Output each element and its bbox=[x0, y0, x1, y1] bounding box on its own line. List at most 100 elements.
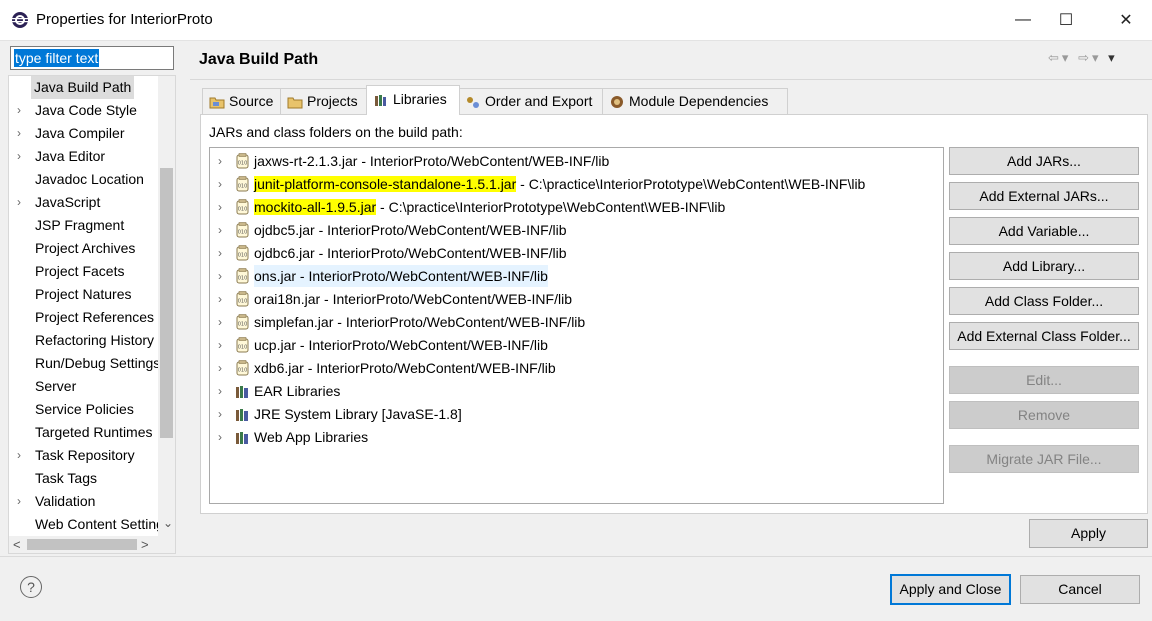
add-variable-button[interactable]: Add Variable... bbox=[949, 217, 1139, 245]
forward-menu-icon[interactable]: ▾ bbox=[1092, 50, 1102, 65]
maximize-button[interactable]: ☐ bbox=[1043, 0, 1089, 40]
library-path: - InteriorProto/WebContent/WEB-INF/lib bbox=[296, 337, 548, 353]
tree-horizontal-scrollbar[interactable]: < > bbox=[9, 536, 175, 553]
chevron-right-icon[interactable]: › bbox=[17, 99, 29, 122]
chevron-right-icon[interactable]: › bbox=[17, 490, 29, 513]
library-name: ojdbc6.jar bbox=[254, 245, 315, 261]
library-row[interactable]: › 010 jaxws-rt-2.1.3.jar - InteriorProto/W… bbox=[210, 150, 943, 172]
tree-vertical-scrollbar[interactable]: ⌄ bbox=[158, 76, 175, 536]
chevron-right-icon[interactable]: › bbox=[17, 145, 29, 168]
tree-item-label: Project Natures bbox=[35, 286, 132, 302]
tab-module-dependencies[interactable]: Module Dependencies bbox=[602, 88, 788, 114]
library-row[interactable]: › 010 junit-platform-console-standalone-1.… bbox=[210, 173, 943, 195]
add-library-button[interactable]: Add Library... bbox=[949, 252, 1139, 280]
help-icon[interactable]: ? bbox=[20, 576, 42, 598]
tree-item-label: Java Build Path bbox=[31, 76, 135, 99]
history-navigation[interactable]: ⇦▾ ⇨▾ ▾ bbox=[1048, 50, 1118, 66]
chevron-right-icon[interactable]: › bbox=[17, 191, 29, 214]
close-button[interactable]: ✕ bbox=[1103, 0, 1149, 40]
library-row[interactable]: › Web App Libraries bbox=[210, 426, 943, 448]
tree-item-label: JavaScript bbox=[35, 194, 101, 210]
minimize-button[interactable]: — bbox=[1000, 0, 1046, 40]
tab-order-and-export[interactable]: Order and Export bbox=[458, 88, 604, 114]
svg-text:010: 010 bbox=[238, 207, 248, 213]
add-external-jars-button[interactable]: Add External JARs... bbox=[949, 182, 1139, 210]
library-name: Web App Libraries bbox=[254, 429, 369, 445]
add-class-folder-button[interactable]: Add Class Folder... bbox=[949, 287, 1139, 315]
property-tree[interactable]: Web Content Settings › Validation Task Tags… bbox=[8, 75, 176, 554]
view-menu-icon[interactable]: ▾ bbox=[1108, 50, 1118, 65]
migrate-jar-file-button[interactable]: Migrate JAR File... bbox=[949, 445, 1139, 473]
tab-label: Order and Export bbox=[485, 93, 593, 109]
chevron-right-icon[interactable]: › bbox=[17, 444, 29, 467]
library-row[interactable]: › 010 ojdbc6.jar - InteriorProto/WebConten… bbox=[210, 242, 943, 264]
library-label: EAR Libraries bbox=[254, 380, 340, 402]
chevron-right-icon[interactable]: › bbox=[218, 242, 222, 264]
library-path: - InteriorProto/WebContent/WEB-INF/lib bbox=[314, 222, 567, 238]
svg-text:010: 010 bbox=[238, 368, 248, 374]
library-path: - InteriorProto/WebContent/WEB-INF/lib bbox=[296, 268, 548, 284]
library-name: JRE System Library [JavaSE-1.8] bbox=[254, 406, 462, 422]
tab-libraries[interactable]: Libraries bbox=[366, 85, 460, 115]
scroll-left-icon[interactable]: < bbox=[13, 536, 21, 553]
scroll-down-icon[interactable]: ⌄ bbox=[163, 516, 173, 530]
library-row[interactable]: › 010 orai18n.jar - InteriorProto/WebConte… bbox=[210, 288, 943, 310]
chevron-right-icon[interactable]: › bbox=[218, 357, 222, 379]
back-menu-icon[interactable]: ▾ bbox=[1062, 50, 1072, 65]
tree-item-label: Targeted Runtimes bbox=[35, 424, 153, 440]
back-arrow-icon[interactable]: ⇦ bbox=[1048, 50, 1062, 65]
library-path: - C:\practice\InteriorPrototype\WebConte… bbox=[516, 176, 866, 192]
add-external-class-folder-button[interactable]: Add External Class Folder... bbox=[949, 322, 1139, 350]
chevron-right-icon[interactable]: › bbox=[218, 150, 222, 172]
chevron-right-icon[interactable]: › bbox=[218, 219, 222, 241]
chevron-right-icon[interactable]: › bbox=[218, 426, 222, 448]
scrollbar-thumb[interactable] bbox=[27, 539, 137, 550]
filter-input[interactable]: type filter text bbox=[10, 46, 174, 70]
tab-source[interactable]: Source bbox=[202, 88, 282, 114]
chevron-right-icon[interactable]: › bbox=[218, 173, 222, 195]
libraries-icon bbox=[375, 95, 386, 107]
tree-item-label: Refactoring History bbox=[35, 332, 155, 348]
chevron-right-icon[interactable]: › bbox=[218, 380, 222, 402]
chevron-right-icon[interactable]: › bbox=[218, 311, 222, 333]
library-name: jaxws-rt-2.1.3.jar bbox=[254, 153, 358, 169]
library-row[interactable]: › 010 ucp.jar - InteriorProto/WebContent/W… bbox=[210, 334, 943, 356]
chevron-right-icon[interactable]: › bbox=[17, 122, 29, 145]
library-row[interactable]: › 010 xdb6.jar - InteriorProto/WebContent/… bbox=[210, 357, 943, 379]
forward-arrow-icon[interactable]: ⇨ bbox=[1078, 50, 1092, 65]
tab-projects[interactable]: Projects bbox=[280, 88, 368, 114]
jar-icon: 010 bbox=[236, 291, 249, 307]
edit-button[interactable]: Edit... bbox=[949, 366, 1139, 394]
library-row[interactable]: › 010 ons.jar - InteriorProto/WebContent/W… bbox=[210, 265, 943, 287]
library-label: junit-platform-console-standalone-1.5.1.… bbox=[254, 173, 865, 195]
tree-item-label: Run/Debug Settings bbox=[35, 355, 161, 371]
library-path: - InteriorProto/WebContent/WEB-INF/lib bbox=[320, 291, 572, 307]
library-row[interactable]: › EAR Libraries bbox=[210, 380, 943, 402]
chevron-right-icon[interactable]: › bbox=[218, 334, 222, 356]
chevron-right-icon[interactable]: › bbox=[218, 196, 222, 218]
chevron-right-icon[interactable]: › bbox=[218, 403, 222, 425]
library-row[interactable]: › 010 simplefan.jar - InteriorProto/WebCon… bbox=[210, 311, 943, 333]
cancel-button[interactable]: Cancel bbox=[1020, 575, 1140, 604]
minimize-icon: — bbox=[1015, 11, 1031, 28]
library-name: EAR Libraries bbox=[254, 383, 341, 399]
page-title: Java Build Path bbox=[199, 51, 319, 68]
library-list[interactable]: › 010 jaxws-rt-2.1.3.jar - InteriorProto/W… bbox=[209, 147, 944, 504]
library-row[interactable]: › 010 ojdbc5.jar - InteriorProto/WebConten… bbox=[210, 219, 943, 241]
remove-button[interactable]: Remove bbox=[949, 401, 1139, 429]
apply-and-close-button[interactable]: Apply and Close bbox=[890, 574, 1011, 605]
jar-icon: 010 bbox=[236, 245, 249, 261]
apply-button[interactable]: Apply bbox=[1029, 519, 1148, 548]
svg-text:010: 010 bbox=[238, 345, 248, 351]
scroll-right-icon[interactable]: > bbox=[141, 536, 149, 553]
chevron-right-icon[interactable]: › bbox=[218, 265, 222, 287]
library-row[interactable]: › JRE System Library [JavaSE-1.8] bbox=[210, 403, 943, 425]
chevron-right-icon[interactable]: › bbox=[218, 288, 222, 310]
add-jars-button[interactable]: Add JARs... bbox=[949, 147, 1139, 175]
scrollbar-thumb[interactable] bbox=[160, 168, 173, 438]
jar-icon: 010 bbox=[236, 360, 249, 376]
svg-text:010: 010 bbox=[238, 253, 248, 259]
tree-item-label: Web Content Settings bbox=[35, 516, 171, 532]
library-row[interactable]: › 010 mockito-all-1.9.5.jar - C:\practice\… bbox=[210, 196, 943, 218]
library-label: ojdbc5.jar - InteriorProto/WebContent/WE… bbox=[254, 219, 567, 241]
